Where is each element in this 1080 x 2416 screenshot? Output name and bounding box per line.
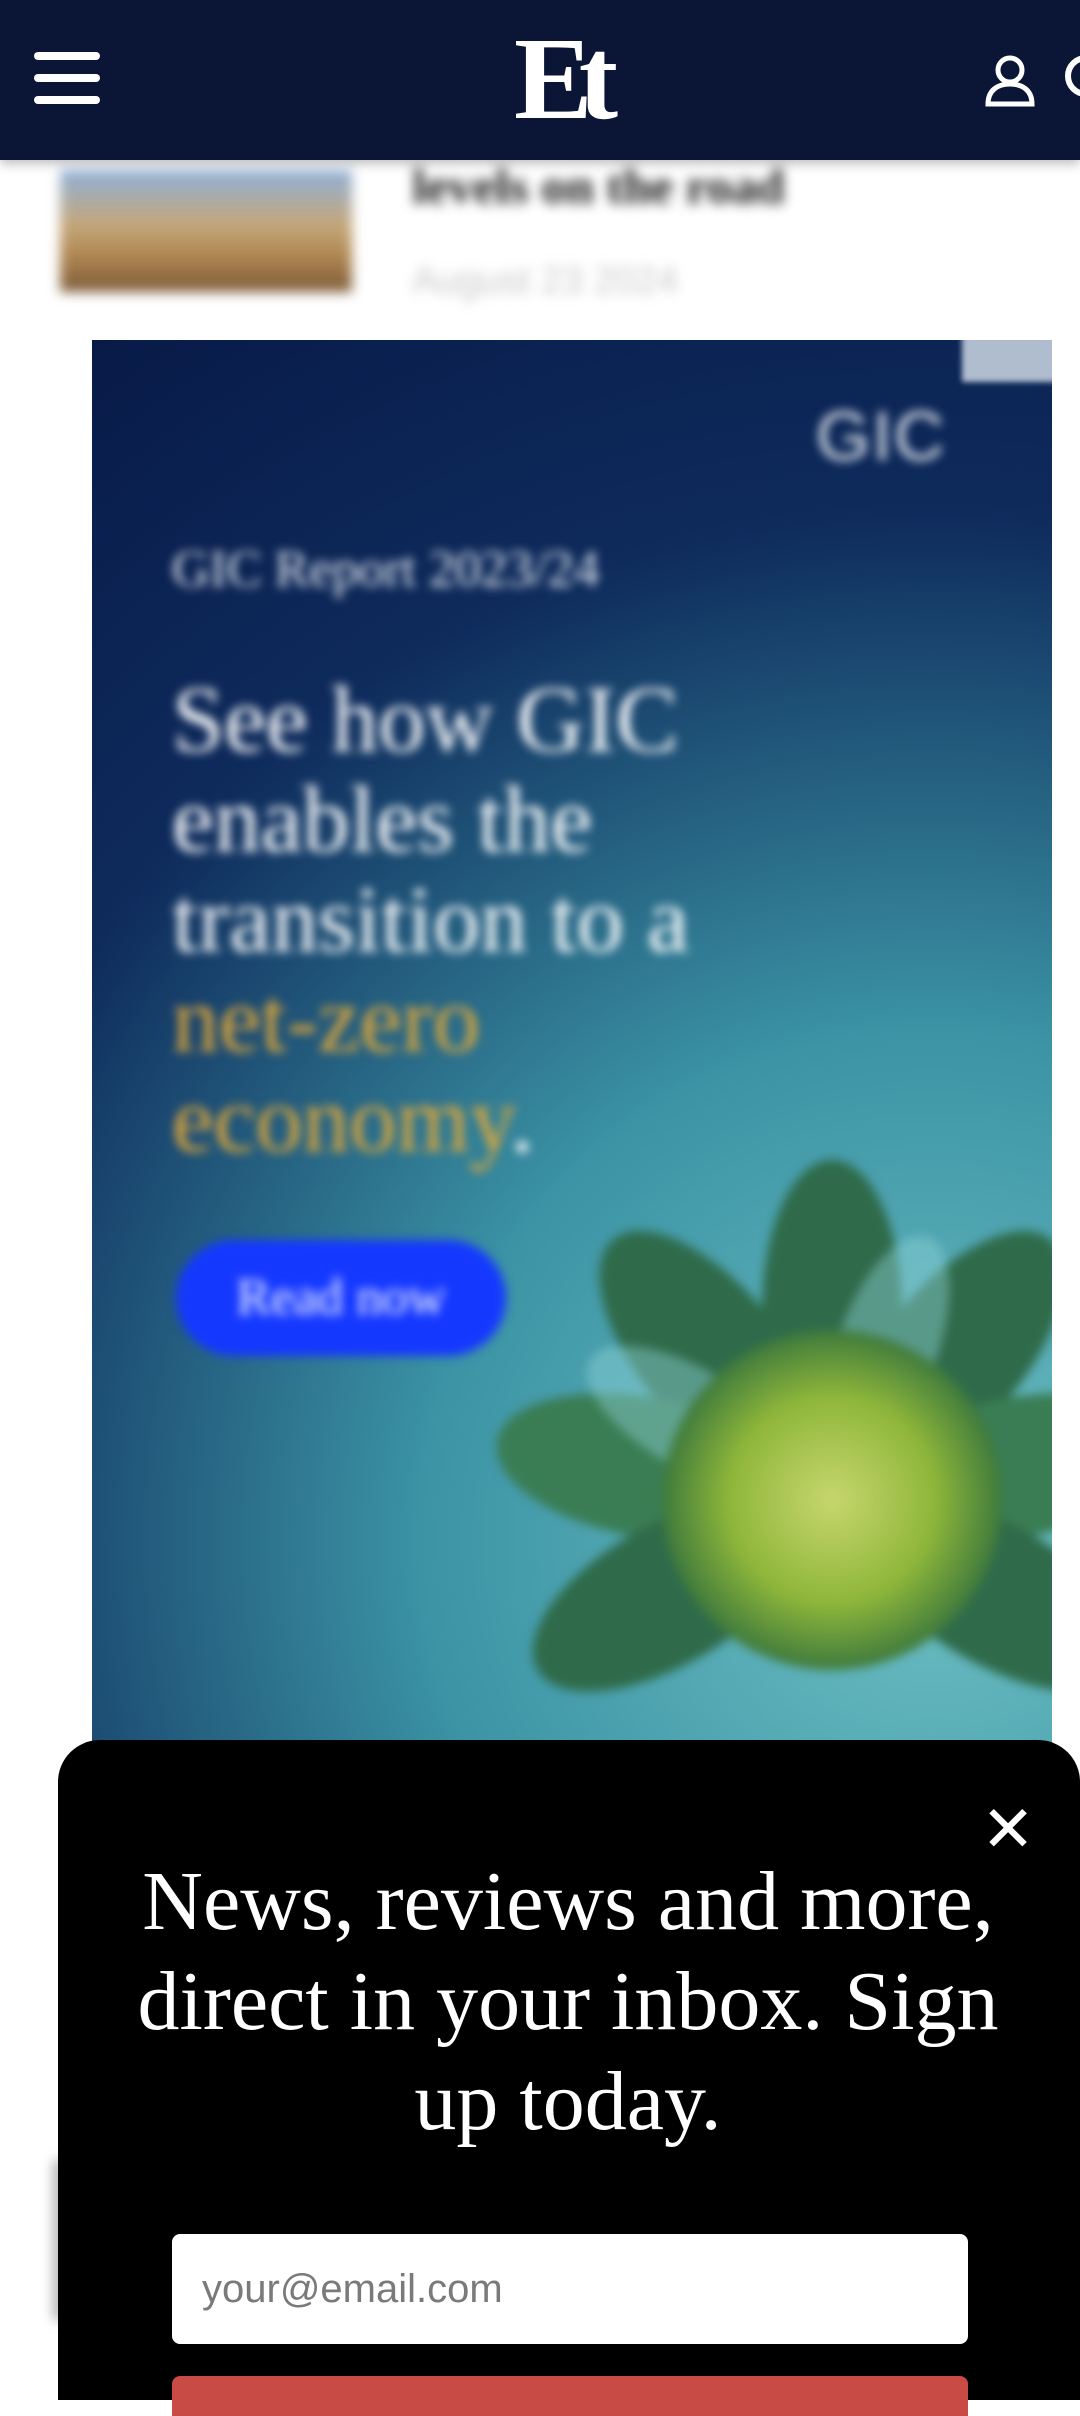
site-logo[interactable]: Et	[514, 20, 624, 138]
advertisement-banner[interactable]: GIC GIC Report 2023/24 See how GIC enabl…	[92, 340, 1052, 1780]
ad-brand-logo: GIC	[816, 396, 946, 476]
ad-brand-name: GIC	[816, 397, 947, 475]
article-title[interactable]: levels on the road	[412, 160, 1052, 212]
email-field[interactable]	[172, 2234, 968, 2344]
ad-headline-end: .	[510, 1068, 534, 1172]
newsletter-signup-sheet: ✕ News, reviews and more, direct in your…	[58, 1740, 1080, 2416]
ad-read-now-button[interactable]: Read now	[176, 1240, 506, 1356]
ad-headline: See how GIC enables the transition to a …	[172, 670, 732, 1170]
user-icon[interactable]	[982, 52, 1038, 108]
signup-submit-button[interactable]	[172, 2376, 968, 2416]
ad-headline-text: See how GIC enables the transition to a	[172, 668, 689, 972]
article-thumbnail[interactable]	[60, 170, 352, 292]
search-icon[interactable]	[1058, 50, 1080, 110]
signup-title: News, reviews and more, direct in your i…	[137, 1855, 999, 2148]
top-navigation-bar: Et	[0, 0, 1080, 160]
article-date: August 23 2024	[412, 260, 679, 302]
hamburger-menu-icon[interactable]	[34, 52, 100, 108]
article-list-item[interactable]: levels on the road August 23 2024	[0, 160, 1080, 310]
close-icon[interactable]: ✕	[978, 1798, 1038, 1862]
ad-kicker: GIC Report 2023/24	[172, 541, 600, 598]
advertisement-content: GIC GIC Report 2023/24 See how GIC enabl…	[92, 340, 1052, 1780]
ad-headline-highlight: net-zero economy	[172, 968, 511, 1172]
leaf-flower-illustration	[496, 1160, 1052, 1692]
ad-choices-badge[interactable]	[962, 340, 1052, 382]
